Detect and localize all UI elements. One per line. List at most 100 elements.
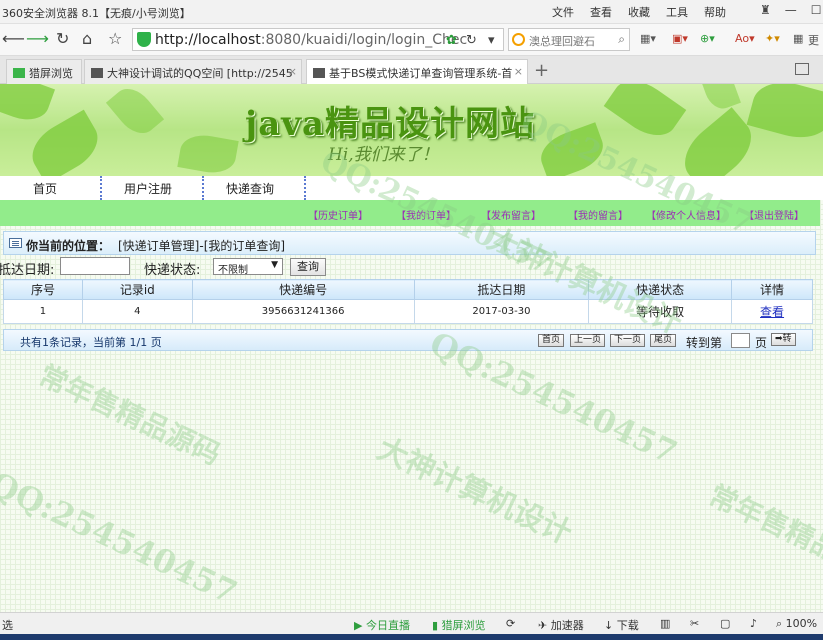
nav-register[interactable]: 用户注册 [124, 180, 172, 197]
screenshot-icon[interactable]: ✂ [690, 617, 699, 630]
browser-menu: 文件 查看 收藏 工具 帮助 [552, 4, 742, 20]
status-select[interactable]: 不限制 ▼ [213, 258, 283, 276]
address-url: http://localhost:8080/kuaidi/login/login… [155, 32, 468, 48]
record-summary: 共有1条记录，当前第 1/1 页 [20, 336, 162, 349]
menu-help[interactable]: 帮助 [704, 4, 726, 20]
chevron-down-icon: ▼ [271, 260, 278, 270]
watermark-site: 常年售精品源码 [703, 478, 823, 592]
cell-tracking-number: 3956631241366 [191, 299, 415, 324]
cell-seq: 1 [3, 299, 83, 324]
browser-nav-bar: ⟵ ⟶ ↻ ⌂ ☆ http://localhost:8080/kuaidi/l… [0, 24, 823, 56]
watermark-qq: QQ:254540457 [0, 464, 243, 612]
close-tab-icon[interactable]: × [288, 65, 297, 78]
restore-tabs-icon[interactable] [795, 63, 809, 75]
menu-tools[interactable]: 工具 [666, 4, 688, 20]
menu-favorites[interactable]: 收藏 [628, 4, 650, 20]
window-controls: ♜ — ☐ [760, 3, 822, 17]
goto-label: 转到第 [686, 336, 723, 350]
zoom-icon[interactable]: ⌕ 100% [776, 617, 817, 631]
go-button[interactable]: ➡转 [771, 333, 796, 346]
back-icon[interactable]: ⟵ [2, 30, 25, 48]
refresh-icon[interactable]: ↻ [56, 30, 69, 48]
refresh-small-icon[interactable]: ↻ [466, 33, 477, 48]
next-page-button[interactable]: 下一页 [610, 334, 646, 347]
window-title: 360安全浏览器 8.1【无痕/小号浏览】 [2, 7, 191, 20]
bookmark-star-icon[interactable]: ☆ [108, 30, 122, 48]
pager: 共有1条记录，当前第 1/1 页 首页 上一页 下一页 尾页 转到第 页 ➡转 [3, 329, 813, 351]
nav-express-query[interactable]: 快递查询 [226, 180, 274, 197]
browser-status-bar: 选 ▶ 今日直播 ▮ 猎屏浏览 ⟳ ✈ 加速器 ↓ 下载 ▥ ✂ ▢ ♪ ⌕ 1… [0, 612, 823, 634]
plugin-icon[interactable]: ✿ [446, 33, 457, 48]
layout-icon[interactable]: ▥ [660, 617, 670, 630]
status-selected-value: 不限制 [218, 265, 248, 276]
table-row: 1 4 3956631241366 2017-03-30 等待收取 查看 [3, 299, 813, 324]
security-icon[interactable]: ⊕▾ [700, 32, 715, 45]
address-bar[interactable]: http://localhost:8080/kuaidi/login/login… [132, 28, 504, 51]
sync-icon[interactable]: ⟳ [506, 617, 515, 630]
site-banner: java精品设计网站 Hi,我们来了！ [0, 84, 823, 176]
page-unit-label: 页 [755, 336, 768, 350]
tools-icon[interactable]: ✦▾ [765, 32, 780, 45]
filter-bar: 抵达日期: 快递状态: 不限制 ▼ 查询 [0, 257, 823, 278]
site-title: java精品设计网站 [244, 104, 536, 144]
col-seq: 序号 [3, 279, 83, 300]
prev-page-button[interactable]: 上一页 [570, 334, 606, 347]
window-icon[interactable]: ▢ [720, 617, 730, 630]
watermark-design: 大神计算机设计 [371, 431, 577, 552]
location-path: [快递订单管理]-[我的订单查询] [118, 239, 286, 253]
nav-home[interactable]: 首页 [33, 180, 57, 197]
grid-icon[interactable]: ▦ [793, 32, 803, 45]
screen-browse-link[interactable]: ▮ 猎屏浏览 [432, 617, 486, 633]
tab-qq-space[interactable]: 大神设计调试的QQ空间 [http://2545 × [84, 59, 302, 84]
list-icon [9, 238, 22, 248]
home-icon[interactable]: ⌂ [82, 30, 92, 48]
nav-divider [304, 176, 306, 200]
date-label: 抵达日期: [0, 263, 55, 278]
cell-detail: 查看 [731, 299, 813, 324]
menu-file[interactable]: 文件 [552, 4, 574, 20]
minimize-icon[interactable]: — [785, 3, 797, 17]
status-label: 快递状态: [144, 263, 201, 278]
new-tab-icon[interactable]: + [534, 60, 549, 81]
search-engine-icon [512, 33, 525, 46]
page-favicon-icon [91, 68, 103, 78]
search-text: 澳总理回避石 [529, 35, 595, 48]
os-taskbar [0, 634, 823, 640]
tab-screen-browse[interactable]: 猎屏浏览 [6, 59, 82, 84]
accelerator-link[interactable]: ✈ 加速器 [538, 617, 584, 633]
first-page-button[interactable]: 首页 [538, 334, 565, 347]
query-button[interactable]: 查询 [290, 258, 326, 276]
status-text: 选 [2, 619, 13, 632]
screen-browse-icon [13, 68, 25, 78]
menu-view[interactable]: 查看 [590, 4, 612, 20]
volume-icon[interactable]: ♪ [750, 617, 757, 630]
page-favicon-icon [313, 68, 325, 78]
page-number-input[interactable] [731, 333, 750, 348]
apps-icon[interactable]: ▦▾ [640, 32, 656, 45]
col-record-id: 记录id [81, 279, 193, 300]
live-link[interactable]: ▶ 今日直播 [354, 617, 410, 633]
search-icon[interactable]: ⌕ [618, 32, 625, 47]
browser-tab-bar: 猎屏浏览 大神设计调试的QQ空间 [http://2545 × 基于BS模式快递… [0, 56, 823, 84]
location-label: 你当前的位置： [26, 239, 111, 253]
skin-icon[interactable]: ♜ [760, 3, 771, 17]
table-header-row: 序号 记录id 快递编号 抵达日期 快递状态 详情 [3, 279, 813, 300]
maximize-icon[interactable]: ☐ [811, 3, 822, 17]
more-menu[interactable]: 更 [808, 32, 819, 48]
link-my-messages[interactable]: 【我的留言】 [568, 207, 628, 222]
browser-title-bar: 360安全浏览器 8.1【无痕/小号浏览】 文件 查看 收藏 工具 帮助 ♜ —… [0, 0, 823, 24]
view-detail-link[interactable]: 查看 [760, 305, 784, 319]
text-size-icon[interactable]: Ao▾ [735, 32, 755, 45]
download-link[interactable]: ↓ 下载 [604, 617, 639, 633]
translate-icon[interactable]: ▣▾ [672, 32, 688, 45]
security-shield-icon [137, 32, 151, 47]
watermark-site: 常年售精品源码 [33, 358, 226, 472]
link-history-orders[interactable]: 【历史订单】 [308, 207, 368, 222]
date-input[interactable] [60, 257, 130, 275]
nav-divider [100, 176, 102, 200]
close-tab-icon[interactable]: × [514, 65, 523, 78]
search-box[interactable]: 澳总理回避石 ⌕ [508, 28, 630, 51]
tab-express-system[interactable]: 基于BS模式快递订单查询管理系统-首 × [306, 59, 528, 84]
forward-icon[interactable]: ⟶ [26, 30, 49, 48]
dropdown-icon[interactable]: ▾ [488, 33, 495, 48]
